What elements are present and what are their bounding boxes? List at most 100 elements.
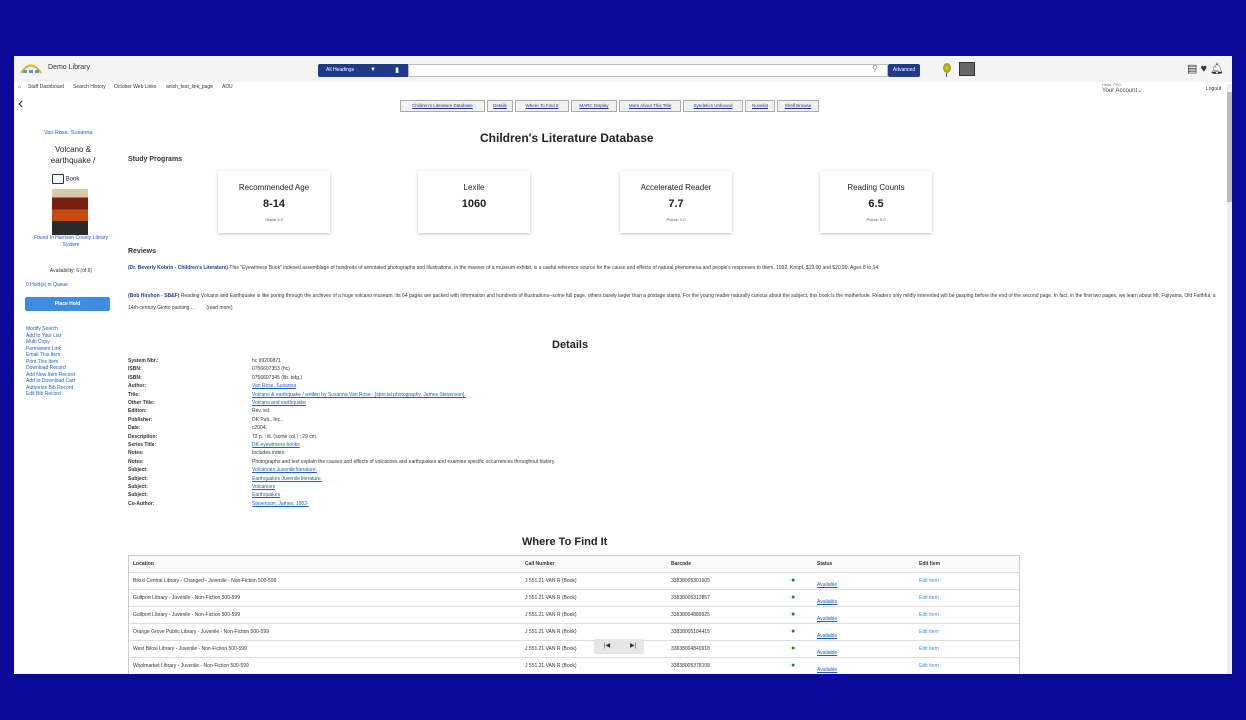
- col-call-number[interactable]: Call Number: [525, 556, 554, 572]
- edit-item-link[interactable]: Edit Item: [919, 624, 939, 640]
- top-bar: Demo Library All Headings ▼ ▮ ⚲ Advanced…: [14, 56, 1232, 82]
- detail-label: Subject:: [128, 492, 148, 499]
- back-arrow-icon[interactable]: ‹: [18, 96, 23, 112]
- detail-value: c2004.: [252, 425, 268, 432]
- nav-staff-dashboard[interactable]: Staff Dashboard: [28, 84, 64, 90]
- detail-row: Other Title: Volcano and earthquake: [128, 399, 928, 407]
- advanced-search-button[interactable]: Advanced: [888, 64, 920, 77]
- tab-where-to-find-it[interactable]: Where To Find It: [515, 100, 569, 112]
- cell-call-number: J 551.21 VAN R (Book): [525, 612, 577, 618]
- book-icon: [52, 174, 64, 184]
- library-name[interactable]: Demo Library: [48, 64, 90, 71]
- place-hold-button[interactable]: Place Hold: [25, 297, 110, 311]
- heart-icon[interactable]: ♥: [1200, 63, 1207, 75]
- barcode-icon[interactable]: ▮: [386, 64, 408, 77]
- last-page-icon[interactable]: ▶|: [630, 642, 636, 649]
- where-to-find-heading: Where To Find It: [522, 536, 608, 548]
- col-barcode[interactable]: Barcode: [671, 556, 691, 572]
- detail-row: ISBN: 0756607353 (hc): [128, 365, 928, 373]
- table-body: Biloxi Central Library - Changed - Juven…: [129, 572, 1019, 674]
- search-type-label: All Headings: [326, 67, 355, 73]
- detail-value: DK Pub., Inc.,: [252, 416, 283, 423]
- detail-value[interactable]: DK eyewitness books: [252, 441, 300, 449]
- card-value: 8-14: [262, 198, 286, 210]
- status-dot-icon: ●: [791, 577, 796, 584]
- edit-item-link[interactable]: Edit Item: [919, 573, 939, 589]
- detail-value[interactable]: Earthquakes: [252, 491, 280, 499]
- found-in-link[interactable]: Found In Harrison County Library System: [26, 235, 116, 249]
- balloon-string: [946, 73, 947, 77]
- status-dot-icon: ●: [791, 662, 796, 669]
- edit-item-link[interactable]: Edit Item: [919, 658, 939, 674]
- tab-novelist[interactable]: Novelist: [745, 100, 775, 112]
- sidebar-book-title: Volcano & earthquake /: [50, 145, 96, 165]
- search-icon[interactable]: ⚲: [872, 64, 878, 73]
- edit-item-link[interactable]: Edit Item: [919, 590, 939, 606]
- first-page-icon[interactable]: |◀: [604, 642, 610, 649]
- status-available-link[interactable]: Available: [817, 662, 837, 674]
- tab-more-about-this-title[interactable]: More About This Title: [619, 100, 681, 112]
- detail-label: Date:: [128, 425, 141, 432]
- bell-icon[interactable]: 🔔︎: [1210, 63, 1224, 75]
- tab-shelf-browse[interactable]: Shelf Browse: [777, 100, 819, 112]
- detail-row: Author: Van Rose, Susanna: [128, 382, 928, 390]
- detail-value[interactable]: Earthquakes Juvenile literature.: [252, 475, 322, 483]
- nav-anish-test-link-page[interactable]: anish_test_link_page: [166, 84, 213, 90]
- status-dot-icon: ●: [791, 594, 796, 601]
- balloon-icon[interactable]: [943, 63, 951, 73]
- image-icon[interactable]: [959, 62, 975, 76]
- detail-value: 0756607353 (hc): [252, 366, 290, 373]
- detail-value[interactable]: Volcano & earthquake / written by Susann…: [252, 391, 466, 399]
- card-value: 7.7: [668, 198, 684, 210]
- detail-value[interactable]: Volcanoes: [252, 483, 275, 491]
- cell-call-number: J 551.21 VAN R (Book): [525, 629, 577, 635]
- format-label: Book: [52, 174, 79, 184]
- detail-label: Notes:: [128, 450, 144, 457]
- your-account-menu[interactable]: Hello, PAO Your Account⌄: [1102, 82, 1142, 94]
- tab-childrens-literature[interactable]: Children's Literature Database: [400, 100, 485, 112]
- nav-search-history[interactable]: Search History: [73, 84, 106, 90]
- cell-call-number: J 551.21 VAN R (Book): [525, 595, 577, 601]
- tab-details[interactable]: Details: [487, 100, 513, 112]
- col-edit-item[interactable]: Edit Item: [919, 556, 940, 572]
- review-source: (Bob Hirshon - SB&F): [128, 293, 180, 299]
- detail-row: ISBN: 0756607345 (lib. bdg.): [128, 374, 928, 382]
- edit-item-link[interactable]: Edit Item: [919, 607, 939, 623]
- status-dot-icon: ●: [791, 645, 796, 652]
- col-status[interactable]: Status: [817, 556, 832, 572]
- detail-value[interactable]: Volcano and earthquake: [252, 399, 306, 407]
- detail-value[interactable]: Stevenson, James, 1952-: [252, 500, 309, 508]
- detail-row: Notes: Includes index.: [128, 449, 928, 457]
- read-more-link[interactable]: (read more): [206, 305, 232, 311]
- book-cover-image[interactable]: [52, 189, 88, 235]
- detail-row: Publisher: DK Pub., Inc.,: [128, 416, 928, 424]
- review-item: (Dr. Beverly Kobrin - Children's Literat…: [128, 262, 1228, 274]
- detail-value[interactable]: Volcanoes Juvenile literature.: [252, 466, 317, 474]
- add-to-download-cart-link[interactable]: Add to Download Cart: [26, 378, 75, 385]
- home-icon[interactable]: ⌂: [18, 84, 21, 90]
- edit-item-link[interactable]: Edit Item: [919, 641, 939, 657]
- scrollbar-thumb[interactable]: [1227, 92, 1232, 202]
- col-location[interactable]: Location: [133, 556, 154, 572]
- sidebar-author-link[interactable]: Van Rose, Susanna: [44, 130, 93, 136]
- nav-adu[interactable]: ADU: [222, 84, 233, 90]
- cell-location: Gulfport Library - Juvenile - Non-Fictio…: [133, 595, 240, 601]
- logout-link[interactable]: Logout: [1206, 86, 1221, 92]
- details-heading: Details: [552, 339, 589, 351]
- detail-label: Description:: [128, 433, 158, 440]
- card-title: Accelerated Reader: [640, 183, 712, 192]
- card-sub: Points: 1.0: [666, 217, 686, 222]
- search-type-select[interactable]: All Headings ▼: [318, 64, 386, 77]
- edit-bib-record-link[interactable]: Edit Bib Record: [26, 391, 75, 398]
- nav-october-web-links[interactable]: October Web Links: [114, 84, 156, 90]
- tab-syndetics-unbound[interactable]: Syndetics Unbound: [683, 100, 743, 112]
- card-icon[interactable]: ▤: [1187, 63, 1197, 75]
- detail-row: Series Title: DK eyewitness books: [128, 441, 928, 449]
- holds-queue-link[interactable]: 0 Hold(s) in Queue: [26, 282, 68, 288]
- account-label: Your Account: [1102, 88, 1138, 94]
- table-row: Orange Grove Public Library - Juvenile -…: [129, 623, 1019, 640]
- detail-value[interactable]: Van Rose, Susanna: [252, 382, 296, 390]
- search-input[interactable]: [408, 64, 888, 77]
- tab-marc-display[interactable]: MARC Display: [571, 100, 617, 112]
- table-pager: |◀ ▶|: [594, 639, 644, 654]
